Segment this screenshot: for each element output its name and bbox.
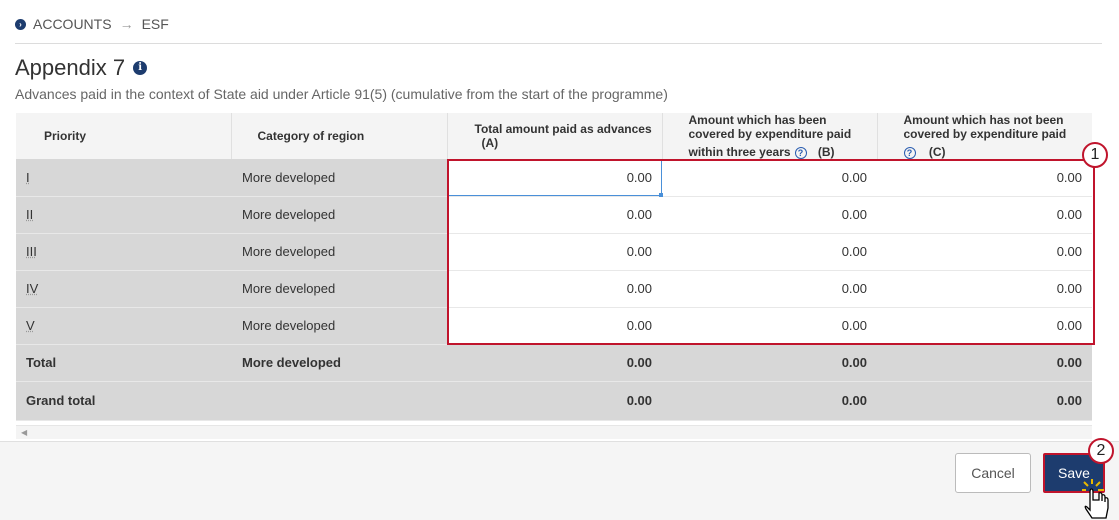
header-col-b-line2: within three years? (B): [689, 145, 871, 159]
input-amount-b[interactable]: 0.00: [662, 307, 877, 345]
header-col-a-label: Total amount paid as advances: [474, 122, 652, 136]
header-col-c: Amount which has not been covered by exp…: [877, 113, 1092, 159]
scroll-left-icon[interactable]: ◀: [21, 428, 27, 437]
grand-total-label: Grand total: [16, 381, 231, 421]
input-amount-b[interactable]: 0.00: [662, 270, 877, 308]
hand-cursor-icon: [1082, 479, 1109, 519]
header-col-b-tag: (B): [817, 145, 835, 159]
help-icon[interactable]: ?: [794, 147, 807, 159]
row-priority[interactable]: V: [26, 318, 35, 333]
grand-total-row: Grand total 0.00 0.00 0.00: [16, 381, 1092, 421]
input-amount-c[interactable]: 0.00: [877, 233, 1092, 271]
table-row: III More developed 0.00 0.00 0.00: [16, 233, 1092, 271]
row-category: More developed: [231, 159, 447, 197]
input-amount-b[interactable]: 0.00: [662, 196, 877, 234]
row-priority[interactable]: I: [26, 170, 30, 185]
header-col-c-line2: ? (C): [903, 145, 1087, 159]
input-amount-a[interactable]: 0.00: [447, 196, 662, 234]
total-row: Total More developed 0.00 0.00 0.00: [16, 344, 1092, 382]
table-row: II More developed 0.00 0.00 0.00: [16, 196, 1092, 234]
page-subtitle: Advances paid in the context of State ai…: [15, 86, 668, 102]
arrow-right-icon: →: [119, 16, 134, 32]
input-amount-c[interactable]: 0.00: [877, 307, 1092, 345]
breadcrumb-current: ESF: [141, 16, 169, 32]
total-amount-a: 0.00: [447, 344, 662, 382]
header-col-b: Amount which has been covered by expendi…: [662, 113, 878, 159]
header-col-c-label: Amount which has not been covered by exp…: [903, 113, 1067, 141]
header-category: Category of region: [231, 113, 448, 159]
callout-marker: 1: [1082, 142, 1108, 168]
input-amount-a[interactable]: 0.00: [447, 270, 662, 308]
input-amount-c[interactable]: 0.00: [877, 196, 1092, 234]
header-col-b-label-2: within three years: [688, 145, 791, 159]
grand-total-amount-c: 0.00: [877, 381, 1092, 421]
page-title: Appendix 7: [15, 55, 126, 80]
horizontal-scrollbar[interactable]: ◀: [16, 425, 1092, 439]
row-category: More developed: [231, 233, 447, 271]
input-amount-b[interactable]: 0.00: [662, 233, 877, 271]
breadcrumb: › ACCOUNTS → ESF: [15, 16, 169, 32]
total-category: More developed: [231, 344, 447, 382]
input-amount-c[interactable]: 0.00: [877, 270, 1092, 308]
footer-bar: [0, 441, 1119, 520]
table-row: V More developed 0.00 0.00 0.00: [16, 307, 1092, 345]
header-priority: Priority: [16, 113, 232, 159]
header-col-a: Total amount paid as advances (A): [447, 113, 663, 159]
input-amount-a[interactable]: 0.00: [447, 307, 662, 345]
row-category: More developed: [231, 270, 447, 308]
header-col-a-tag: (A): [481, 136, 499, 150]
grand-total-amount-b: 0.00: [662, 381, 877, 421]
total-label: Total: [16, 344, 231, 382]
row-priority[interactable]: III: [26, 244, 37, 259]
grand-total-amount-a: 0.00: [447, 381, 662, 421]
table-row: IV More developed 0.00 0.00 0.00: [16, 270, 1092, 308]
row-priority[interactable]: IV: [26, 281, 38, 296]
row-category: More developed: [231, 307, 447, 345]
input-amount-c[interactable]: 0.00: [877, 159, 1092, 197]
page-header: Appendix 7 i: [15, 55, 148, 81]
total-amount-b: 0.00: [662, 344, 877, 382]
table-row: I More developed 0.00 0.00 0.00: [16, 159, 1092, 197]
row-priority[interactable]: II: [26, 207, 33, 222]
breadcrumb-root[interactable]: ACCOUNTS: [33, 16, 112, 32]
info-icon[interactable]: i: [133, 61, 148, 75]
cancel-button[interactable]: Cancel: [955, 453, 1031, 493]
input-amount-a[interactable]: 0.00: [447, 159, 663, 197]
divider: [15, 43, 1102, 44]
data-table: Priority Category of region Total amount…: [16, 113, 1092, 421]
input-amount-b[interactable]: 0.00: [662, 159, 877, 197]
header-col-b-label: Amount which has been covered by expendi…: [688, 113, 852, 141]
input-amount-a[interactable]: 0.00: [447, 233, 662, 271]
row-category: More developed: [231, 196, 447, 234]
chevron-right-icon: ›: [15, 18, 26, 30]
callout-marker: 2: [1088, 438, 1114, 464]
total-amount-c: 0.00: [877, 344, 1092, 382]
header-col-c-tag: (C): [928, 145, 946, 159]
help-icon[interactable]: ?: [903, 147, 916, 159]
